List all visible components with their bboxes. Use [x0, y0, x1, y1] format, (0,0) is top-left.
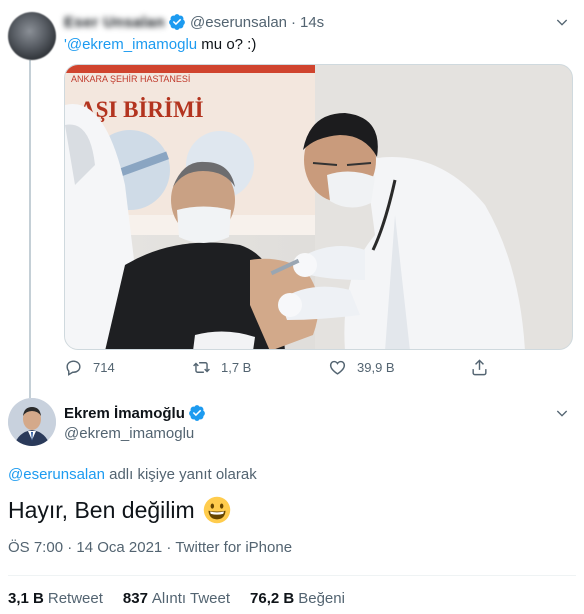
- heart-icon: [329, 360, 346, 375]
- quote-stat-label: Alıntı Tweet: [151, 590, 231, 607]
- verified-badge-icon: [169, 14, 185, 30]
- separator-dot: ·: [291, 13, 296, 31]
- tweet-stats: 3,1 B Retweet 837 Alıntı Tweet 76,2 B Beğen…: [8, 590, 365, 607]
- like-count: 39,9 B: [357, 360, 395, 375]
- mention-link[interactable]: '@ekrem_imamoglu: [64, 36, 197, 53]
- tweet-meta: ÖS 7:00 · 14 Oca 2021 · Twitter for iPho…: [8, 539, 292, 556]
- user-handle[interactable]: @eserunsalan: [190, 14, 287, 31]
- chevron-down-icon[interactable]: [554, 14, 570, 30]
- retweet-stat[interactable]: 3,1 B Retweet: [8, 590, 103, 607]
- tweet-timestamp[interactable]: ÖS 7:00 · 14 Oca 2021 ·: [8, 539, 175, 556]
- display-name[interactable]: Ekrem İmamoğlu: [64, 405, 185, 422]
- chevron-down-icon[interactable]: [554, 405, 570, 421]
- reply-context: @eserunsalan adlı kişiye yanıt olarak: [8, 466, 257, 483]
- tweet-photo[interactable]: ANKARA ŞEHİR HASTANESİ AŞI BİRİMİ: [64, 64, 573, 350]
- avatar[interactable]: [8, 12, 56, 60]
- tweet-header: Eser Unsalan @eserunsalan · 14s: [64, 13, 324, 31]
- verified-badge-icon: [188, 405, 205, 421]
- share-icon: [472, 359, 487, 376]
- avatar-image: [8, 398, 56, 446]
- like-stat-count: 76,2 B: [250, 590, 295, 607]
- display-name-row: Ekrem İmamoğlu: [64, 404, 206, 422]
- thread-connector-line: [29, 60, 31, 398]
- reply-mention-link[interactable]: @eserunsalan: [8, 466, 105, 483]
- reply-action[interactable]: 714: [64, 358, 115, 377]
- reply-count: 714: [93, 360, 115, 375]
- tweet-actions: 714 1,7 B 39,9 B: [64, 358, 504, 382]
- like-stat[interactable]: 76,2 B Beğeni: [250, 590, 345, 607]
- retweet-stat-label: Retweet: [47, 590, 103, 607]
- tweet-text: '@ekrem_imamoglu mu o? :): [64, 36, 256, 53]
- like-stat-label: Beğeni: [298, 590, 345, 607]
- sign-line1: ANKARA ŞEHİR HASTANESİ: [71, 74, 190, 84]
- photo-illustration: ANKARA ŞEHİR HASTANESİ AŞI BİRİMİ: [65, 65, 572, 349]
- tweet-text-content: Hayır, Ben değilim: [8, 496, 195, 523]
- display-name[interactable]: Eser Unsalan: [64, 14, 165, 31]
- reply-icon: [66, 360, 81, 376]
- divider: [8, 575, 576, 576]
- share-action[interactable]: [470, 358, 499, 377]
- reply-context-text: adlı kişiye yanıt olarak: [104, 466, 257, 483]
- retweet-icon: [193, 362, 210, 373]
- like-action[interactable]: 39,9 B: [328, 358, 395, 377]
- tweet-text: Hayır, Ben değilim: [8, 496, 231, 524]
- tweet-time[interactable]: 14s: [300, 14, 324, 31]
- quote-stat-count: 837: [122, 590, 148, 607]
- quote-stat[interactable]: 837 Alıntı Tweet: [123, 590, 230, 607]
- retweet-count: 1,7 B: [221, 360, 252, 375]
- grinning-face-emoji-icon: [203, 496, 230, 524]
- avatar[interactable]: [8, 398, 56, 446]
- retweet-stat-count: 3,1 B: [8, 590, 44, 607]
- user-handle[interactable]: @ekrem_imamoglu: [64, 425, 194, 442]
- retweet-action[interactable]: 1,7 B: [192, 358, 251, 377]
- tweet-text-rest: mu o? :): [197, 36, 257, 53]
- tweet-source[interactable]: Twitter for iPhone: [175, 539, 292, 556]
